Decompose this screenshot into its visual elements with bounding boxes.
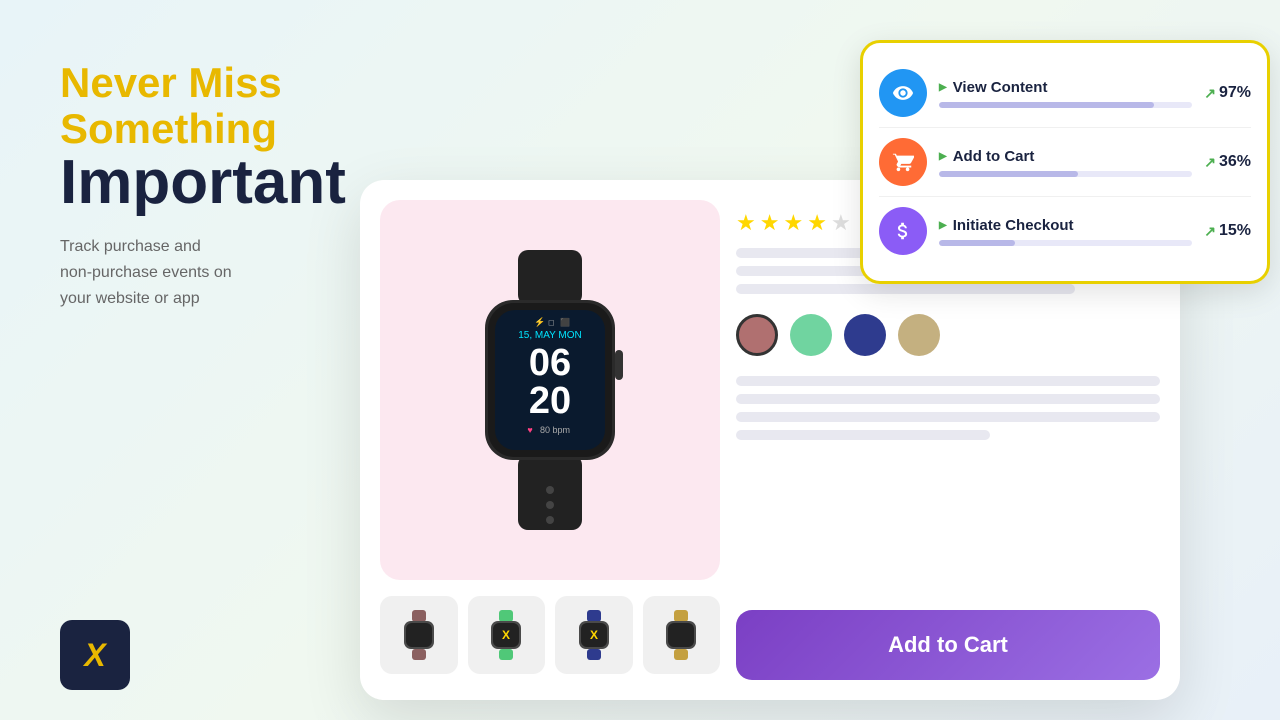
event-item-checkout: Initiate Checkout ↗ 15% bbox=[879, 197, 1251, 265]
view-content-content: View Content bbox=[939, 79, 1192, 108]
checkout-content: Initiate Checkout bbox=[939, 217, 1192, 246]
eye-icon bbox=[892, 82, 914, 104]
cart-icon bbox=[892, 151, 914, 173]
swatch-gold[interactable] bbox=[898, 314, 940, 356]
star-3: ★ bbox=[783, 210, 803, 236]
add-to-cart-button[interactable]: Add to Cart bbox=[736, 610, 1160, 680]
checkout-bar bbox=[939, 240, 1192, 246]
svg-text:◻: ◻ bbox=[548, 318, 555, 327]
star-2: ★ bbox=[760, 210, 780, 236]
description-lines-bottom bbox=[736, 376, 1160, 598]
swatch-green[interactable] bbox=[790, 314, 832, 356]
star-4: ★ bbox=[807, 210, 827, 236]
svg-text:⚡: ⚡ bbox=[534, 316, 545, 328]
add-to-cart-arrow: ↗ bbox=[1204, 154, 1216, 171]
thumb-gold-icon bbox=[656, 610, 706, 660]
subtext: Track purchase andnon-purchase events on… bbox=[60, 234, 400, 311]
add-to-cart-bar-fill bbox=[939, 171, 1078, 177]
event-tracking-widget: View Content ↗ 97% Add to Cart ↗ 36% bbox=[860, 40, 1270, 284]
add-to-cart-icon-bg bbox=[879, 138, 927, 186]
text-line-6 bbox=[736, 412, 1160, 422]
thumbnails: X X bbox=[380, 596, 720, 674]
star-1: ★ bbox=[736, 210, 756, 236]
checkout-label: Initiate Checkout bbox=[939, 217, 1192, 234]
checkout-icon-bg bbox=[879, 207, 927, 255]
text-line-5 bbox=[736, 394, 1160, 404]
thumb-gold[interactable] bbox=[643, 596, 721, 674]
logo-box: X bbox=[60, 620, 130, 690]
view-content-label: View Content bbox=[939, 79, 1192, 96]
thumb-green[interactable]: X bbox=[468, 596, 546, 674]
view-content-percent: ↗ 97% bbox=[1204, 84, 1251, 102]
main-image-box: 15, MAY MON 06 20 ♥ 80 bpm ⚡ ◻ ⬛ bbox=[380, 200, 720, 580]
add-to-cart-label-event: Add to Cart bbox=[939, 148, 1192, 165]
swatch-rose[interactable] bbox=[736, 314, 778, 356]
view-content-bar bbox=[939, 102, 1192, 108]
image-section: 15, MAY MON 06 20 ♥ 80 bpm ⚡ ◻ ⬛ bbox=[380, 200, 720, 680]
checkout-bar-fill bbox=[939, 240, 1015, 246]
add-to-cart-content: Add to Cart bbox=[939, 148, 1192, 177]
star-5-empty: ★ bbox=[831, 210, 851, 236]
text-line-7 bbox=[736, 430, 990, 440]
watch-illustration: 15, MAY MON 06 20 ♥ 80 bpm ⚡ ◻ ⬛ bbox=[440, 250, 660, 530]
headline-line1: Never Miss Something bbox=[60, 60, 400, 152]
text-line-3 bbox=[736, 284, 1075, 294]
add-to-cart-percent: ↗ 36% bbox=[1204, 153, 1251, 171]
headline-line2: Important bbox=[60, 152, 400, 214]
thumb-blue[interactable]: X bbox=[555, 596, 633, 674]
swatch-blue[interactable] bbox=[844, 314, 886, 356]
svg-text:20: 20 bbox=[529, 380, 571, 422]
svg-text:15, MAY MON: 15, MAY MON bbox=[518, 330, 582, 341]
svg-text:80 bpm: 80 bpm bbox=[540, 425, 570, 435]
event-item-view-content: View Content ↗ 97% bbox=[879, 59, 1251, 128]
svg-text:X: X bbox=[590, 628, 598, 642]
svg-text:X: X bbox=[502, 628, 510, 642]
checkout-percent: ↗ 15% bbox=[1204, 222, 1251, 240]
logo-text: X bbox=[84, 637, 105, 674]
view-content-arrow: ↗ bbox=[1204, 85, 1216, 102]
view-content-bar-fill bbox=[939, 102, 1154, 108]
svg-text:♥: ♥ bbox=[527, 425, 532, 435]
svg-text:⬛: ⬛ bbox=[560, 317, 570, 327]
svg-text:06: 06 bbox=[529, 342, 571, 384]
event-item-add-to-cart: Add to Cart ↗ 36% bbox=[879, 128, 1251, 197]
view-content-icon-bg bbox=[879, 69, 927, 117]
text-line-4 bbox=[736, 376, 1160, 386]
dollar-icon bbox=[892, 220, 914, 242]
checkout-arrow: ↗ bbox=[1204, 223, 1216, 240]
thumb-green-icon: X bbox=[481, 610, 531, 660]
thumb-blue-icon: X bbox=[569, 610, 619, 660]
add-to-cart-bar bbox=[939, 171, 1192, 177]
left-section: Never Miss Something Important Track pur… bbox=[60, 60, 400, 311]
thumb-rose[interactable] bbox=[380, 596, 458, 674]
color-swatches bbox=[736, 306, 1160, 364]
thumb-rose-icon bbox=[394, 610, 444, 660]
